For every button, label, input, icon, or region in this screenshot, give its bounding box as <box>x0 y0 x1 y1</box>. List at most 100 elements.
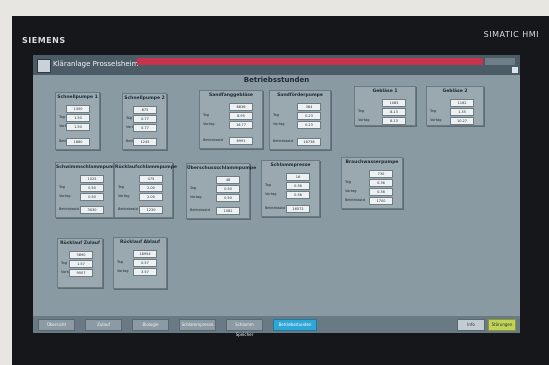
row-label: Tag <box>117 260 123 264</box>
value-field[interactable]: 0.50 <box>80 184 104 192</box>
value-field[interactable]: 1.50 <box>66 114 90 122</box>
alarm-bar[interactable] <box>137 58 483 65</box>
value-field[interactable]: 18954 <box>133 250 157 258</box>
value-field[interactable]: 8.95 <box>229 112 253 120</box>
value-field[interactable]: 3.57 <box>133 268 157 276</box>
total-value-field[interactable]: 3030 <box>80 206 104 214</box>
value-field[interactable]: 0.77 <box>133 124 157 132</box>
row-label: Vortag <box>358 118 370 122</box>
counter-panel: Sandförderpumpe 384 Tag 0.23 Vortag 0.23 Betri… <box>269 90 331 150</box>
value-field[interactable]: 0.77 <box>133 115 157 123</box>
value-field[interactable]: 0.57 <box>133 259 157 267</box>
value-field[interactable]: 48 <box>216 176 240 184</box>
value-field[interactable]: 2.00 <box>139 184 163 192</box>
value-field[interactable]: 1.35 <box>450 108 474 116</box>
value-field[interactable]: 8.13 <box>382 108 406 116</box>
value-row: 3890 <box>61 251 99 259</box>
total-label: Betriebsstd <box>190 208 210 212</box>
total-value-field[interactable]: 1700 <box>369 197 393 205</box>
value-row: Tag 8.95 <box>203 112 259 120</box>
value-field[interactable]: 2.00 <box>139 193 163 201</box>
value-field[interactable]: 0.36 <box>286 191 310 199</box>
value-row: Vortag 1.50 <box>59 123 96 131</box>
value-row: 1450 <box>59 105 96 113</box>
nav-button-sludge-storage[interactable]: Schlamm Speicher <box>226 319 263 337</box>
close-icon[interactable] <box>512 67 518 73</box>
row-label: Tag <box>59 115 65 119</box>
value-field[interactable]: 0.50 <box>216 185 240 193</box>
total-row: Betriebsstd 8991 <box>203 137 259 145</box>
value-field[interactable]: 730 <box>369 170 393 178</box>
total-value-field[interactable]: 16572 <box>286 205 310 213</box>
value-field[interactable]: 0.36 <box>369 188 393 196</box>
value-row: 16 <box>265 173 316 181</box>
value-field[interactable]: 875 <box>133 106 157 114</box>
value-field[interactable]: 475 <box>139 175 163 183</box>
value-field[interactable]: 0.36 <box>369 179 393 187</box>
value-field[interactable]: 10.27 <box>450 117 474 125</box>
page-title: Betriebsstunden <box>243 76 310 84</box>
panel-title: Brauchwasserpumpe <box>345 160 399 165</box>
value-row: Vortag 9007 <box>61 269 99 277</box>
total-row: Betriebsstd 3030 <box>59 206 110 214</box>
total-row: Betriebsstd1245 <box>126 138 163 146</box>
nav-button-overview[interactable]: Übersicht <box>38 319 75 331</box>
value-field[interactable]: 1450 <box>66 105 90 113</box>
row-label: Tag <box>265 183 271 187</box>
total-value-field[interactable]: 1245 <box>133 138 157 146</box>
user-box[interactable] <box>485 58 515 65</box>
counter-panel: Gebläse 2 1162 Tag 1.35 Vortag 10.27 <box>426 86 484 126</box>
value-field[interactable]: 1025 <box>80 175 104 183</box>
value-field[interactable]: 8836 <box>229 103 253 111</box>
value-field[interactable]: 16.77 <box>229 121 253 129</box>
row-label: Tag <box>59 185 65 189</box>
total-value-field[interactable]: 1082 <box>216 207 240 215</box>
nav-button-biology[interactable]: Biologie <box>132 319 169 331</box>
row-label: Tag <box>126 116 132 120</box>
value-field[interactable]: 0.36 <box>286 182 310 190</box>
nav-button-info[interactable]: Info <box>457 319 485 331</box>
panel-title: Sandförderpumpe <box>277 93 323 98</box>
value-field[interactable]: 1.57 <box>69 260 93 268</box>
value-row: 8836 <box>203 103 259 111</box>
row-label: Vortag <box>118 194 130 198</box>
value-field[interactable]: 0.23 <box>297 112 321 120</box>
value-field[interactable]: 3890 <box>69 251 93 259</box>
panel-title: Rücklaufschlammpumpe <box>115 165 177 170</box>
value-row: Tag 2.00 <box>118 184 169 192</box>
value-row: 475 <box>118 175 169 183</box>
nav-button-sludge-press[interactable]: Schlammpresse <box>179 319 216 331</box>
row-label: Vortag <box>203 122 215 126</box>
value-field[interactable]: 9007 <box>69 269 93 277</box>
panel-title: Schlammpresse <box>270 163 311 168</box>
nav-button-operating-hours[interactable]: Betriebsstunden <box>273 319 317 331</box>
row-label: Tag <box>273 113 279 117</box>
nav-button-faults[interactable]: Störungen <box>488 319 516 331</box>
counter-panel: Gebläse 1 1085 Tag 8.13 Vortag 8.13 <box>354 86 416 126</box>
value-field[interactable]: 0.23 <box>297 121 321 129</box>
value-field[interactable]: 0.50 <box>80 193 104 201</box>
value-row: Tag 1.57 <box>61 260 99 268</box>
row-label: Vortag <box>430 118 442 122</box>
value-row: 730 <box>345 170 399 178</box>
value-row: 1085 <box>358 99 412 107</box>
row-label: Tag <box>118 185 124 189</box>
value-field[interactable]: 16 <box>286 173 310 181</box>
total-value-field[interactable]: 16738 <box>297 138 321 146</box>
value-row: 384 <box>273 103 327 111</box>
value-field[interactable]: 0.50 <box>216 194 240 202</box>
value-field[interactable]: 1.50 <box>66 123 90 131</box>
value-field[interactable]: 384 <box>297 103 321 111</box>
row-label: Tag <box>430 109 436 113</box>
value-row: Vortag 16.77 <box>203 121 259 129</box>
value-field[interactable]: 1162 <box>450 99 474 107</box>
total-label: Betriebsstd <box>118 207 138 211</box>
value-field[interactable]: 1085 <box>382 99 406 107</box>
nav-button-inflow[interactable]: Zulauf <box>85 319 122 331</box>
total-value-field[interactable]: 8991 <box>229 137 253 145</box>
value-row: 48 <box>190 176 246 184</box>
value-field[interactable]: 8.13 <box>382 117 406 125</box>
total-value-field[interactable]: 1880 <box>66 138 90 146</box>
total-value-field[interactable]: 1230 <box>139 206 163 214</box>
value-row: Tag 0.36 <box>265 182 316 190</box>
